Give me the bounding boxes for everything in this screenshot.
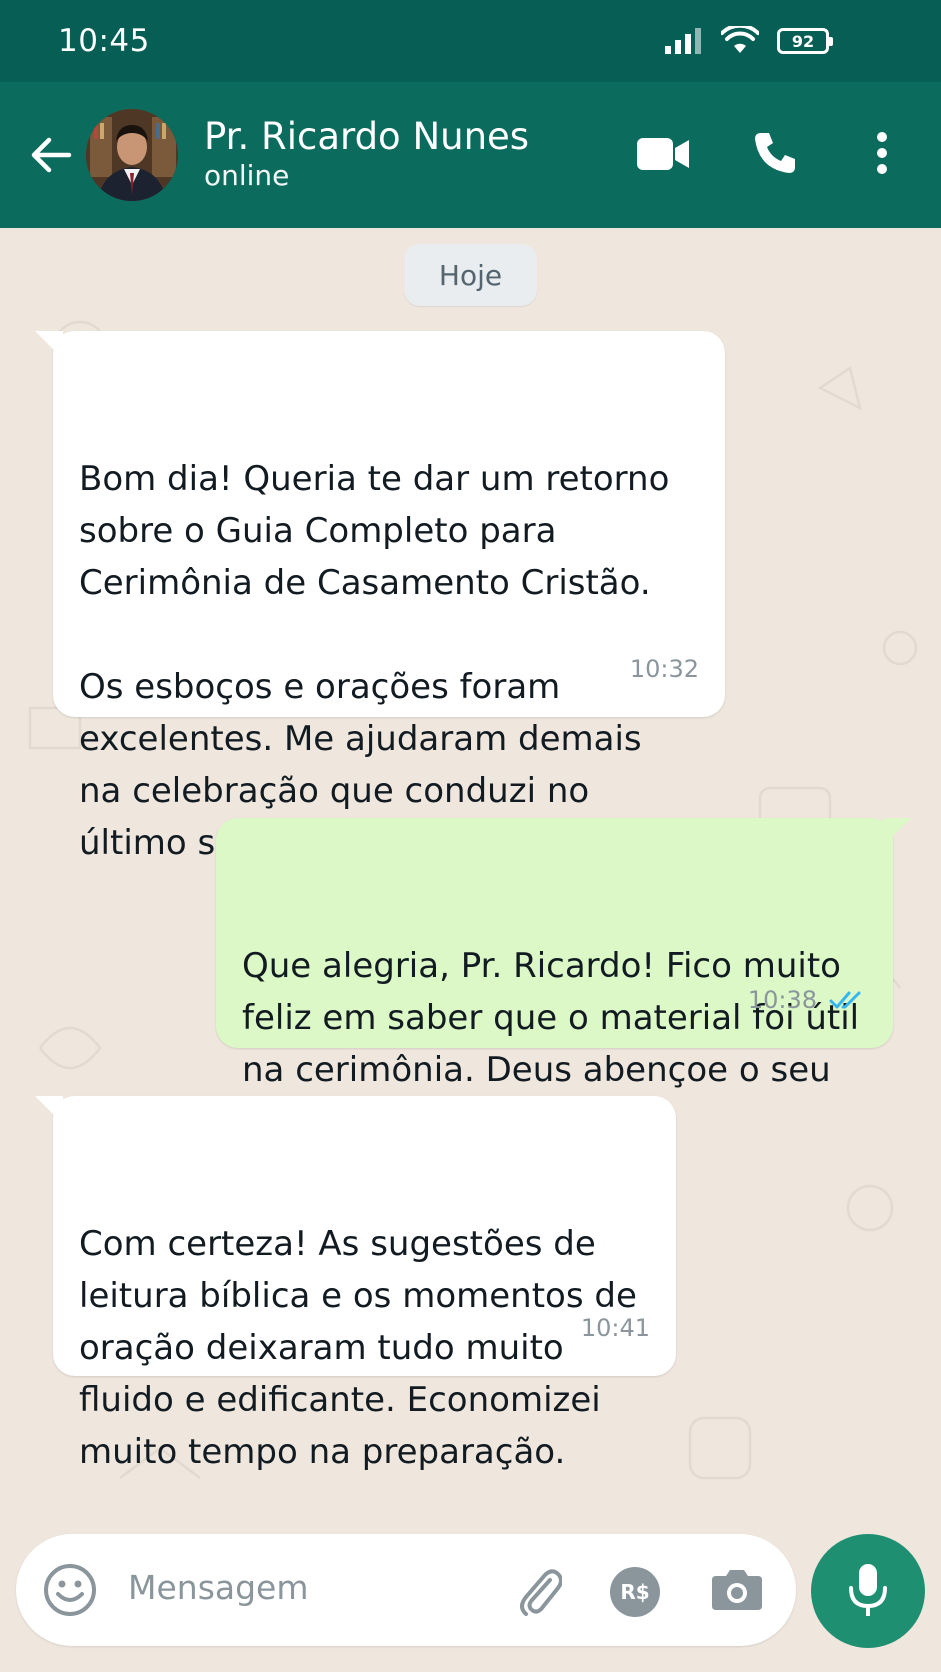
chat-header: Pr. Ricardo Nunes online (0, 82, 941, 228)
phone-icon (755, 133, 795, 173)
voice-call-button[interactable] (748, 126, 802, 180)
more-vertical-icon (877, 132, 887, 174)
payment-icon: R$ (620, 1580, 650, 1604)
voice-message-button[interactable] (811, 1534, 925, 1648)
payment-button[interactable]: R$ (610, 1567, 660, 1617)
bubble-tail (35, 1096, 63, 1124)
message-meta: 10:38 (748, 974, 867, 1026)
microphone-icon (849, 1564, 887, 1616)
camera-button[interactable] (710, 1566, 764, 1616)
camera-icon (712, 1570, 762, 1610)
message-outgoing[interactable]: Que alegria, Pr. Ricardo! Fico muito fel… (216, 818, 911, 1142)
message-input[interactable]: Mensagem (128, 1568, 309, 1607)
more-options-button[interactable] (868, 126, 896, 180)
contact-name: Pr. Ricardo Nunes (204, 115, 530, 158)
contact-presence: online (204, 159, 290, 192)
date-separator: Hoje (404, 244, 537, 306)
status-time: 10:45 (58, 23, 150, 59)
video-call-button[interactable] (634, 132, 692, 176)
avatar-photo (86, 109, 178, 201)
signal-icon (665, 28, 701, 54)
back-arrow-icon (31, 137, 72, 173)
attach-button[interactable] (516, 1566, 563, 1618)
video-call-icon (637, 138, 689, 170)
message-time: 10:41 (580, 1314, 650, 1342)
message-meta: 10:32 (630, 643, 699, 695)
message-time: 10:38 (747, 986, 817, 1014)
emoji-icon (44, 1564, 96, 1616)
message-text: Com certeza! As sugestões de leitura bíb… (79, 1224, 637, 1472)
avatar[interactable] (86, 109, 178, 201)
double-check-icon (829, 991, 861, 1009)
wifi-icon (721, 26, 759, 53)
battery-icon: 92 (777, 28, 833, 54)
message-text: Bom dia! Queria te dar um retorno sobre … (79, 459, 670, 863)
bubble-tail (35, 331, 63, 359)
message-incoming[interactable]: Com certeza! As sugestões de leitura bíb… (35, 1096, 676, 1472)
battery-level: 92 (791, 31, 815, 51)
back-button[interactable] (26, 130, 76, 180)
emoji-button[interactable] (42, 1562, 98, 1618)
status-bar: 10:45 92 (0, 0, 941, 82)
attach-icon (520, 1569, 563, 1616)
status-icons: 92 (663, 26, 833, 56)
chat-area[interactable]: Hoje Bom dia! Queria te dar um retorno s… (0, 228, 941, 1518)
message-incoming[interactable]: Bom dia! Queria te dar um retorno sobre … (35, 331, 725, 863)
bubble-tail (883, 818, 911, 846)
message-meta: 10:41 (581, 1302, 650, 1354)
contact-info[interactable]: Pr. Ricardo Nunes online (204, 116, 529, 194)
message-composer: Mensagem R$ (16, 1534, 796, 1646)
message-time: 10:32 (629, 655, 699, 683)
